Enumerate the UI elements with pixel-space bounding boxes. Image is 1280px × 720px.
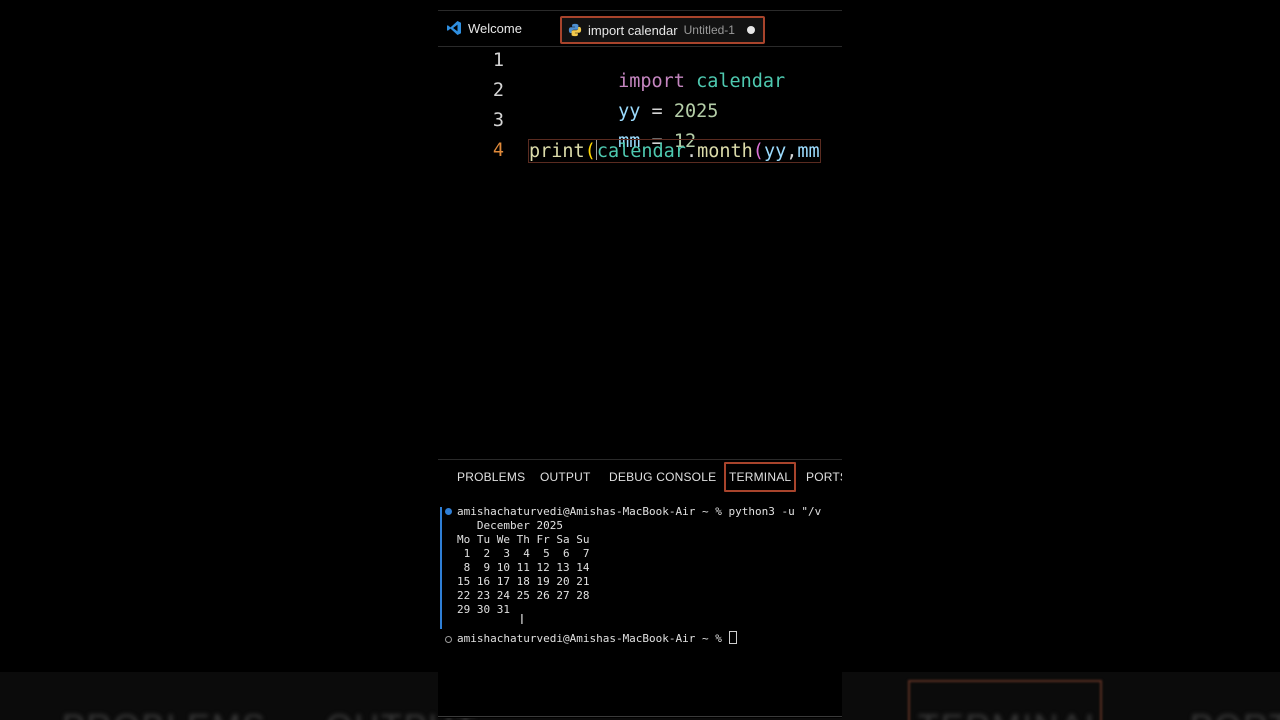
code-line[interactable]: 3 mm = 12: [438, 108, 842, 152]
terminal-prompt-line[interactable]: amishachaturvedi@Amishas-MacBook-Air ~ %: [457, 631, 737, 645]
python-icon: [568, 23, 582, 37]
tab-output[interactable]: OUTPUT: [540, 470, 591, 484]
tab-welcome[interactable]: Welcome: [446, 11, 522, 45]
code-text: print(calendar.month(yy,mm: [528, 139, 821, 163]
token: (: [752, 141, 764, 162]
token: print: [529, 141, 585, 162]
terminal-output-line: 15 16 17 18 19 20 21: [457, 575, 590, 588]
status-divider: [438, 716, 842, 717]
prompt-ring-icon: [445, 636, 452, 643]
code-line[interactable]: 2 yy = 2025: [438, 78, 842, 122]
vscode-icon: [447, 21, 461, 35]
code-line-current[interactable]: 4 print(calendar.month(yy,mm: [438, 138, 842, 168]
tab-welcome-label: Welcome: [468, 20, 522, 36]
token: yy: [763, 141, 787, 162]
terminal-output-line: 1 2 3 4 5 6 7: [457, 547, 590, 560]
terminal-cursor: [728, 631, 737, 644]
terminal-output-line: 29 30 31: [457, 603, 510, 616]
vscode-window: Welcome import calendar Untitled-1 1 imp…: [438, 10, 842, 718]
token: calendar: [596, 141, 686, 162]
tab-active-subtitle: Untitled-1: [683, 23, 735, 37]
command-success-dot-icon[interactable]: [445, 508, 452, 515]
terminal-output-line: December 2025: [457, 519, 563, 532]
terminal-prompt: amishachaturvedi@Amishas-MacBook-Air ~ %: [457, 632, 729, 645]
token: (: [584, 141, 596, 162]
panel-tab-bar: PROBLEMS OUTPUT DEBUG CONSOLE TERMINAL P…: [438, 459, 842, 494]
line-number: 3: [492, 110, 504, 131]
line-number: 2: [492, 80, 504, 101]
unsaved-dot-icon[interactable]: [746, 26, 755, 34]
bg-word: TERMINAL: [918, 708, 1106, 720]
tab-problems[interactable]: PROBLEMS: [457, 470, 525, 484]
bg-word: PORTS: [1190, 708, 1280, 720]
mouse-ibeam-cursor-icon: Ⅰ: [520, 613, 524, 628]
terminal-command-line: amishachaturvedi@Amishas-MacBook-Air ~ %…: [457, 505, 822, 518]
token: month: [697, 141, 753, 162]
line-number-active: 4: [492, 140, 504, 161]
line-number: 1: [492, 50, 504, 71]
token: mm: [797, 141, 820, 162]
tab-active-title: import calendar: [588, 22, 678, 38]
tab-untitled-1[interactable]: import calendar Untitled-1: [560, 16, 765, 44]
terminal-output-line: 22 23 24 25 26 27 28: [457, 589, 590, 602]
tab-terminal[interactable]: TERMINAL: [724, 462, 797, 492]
terminal-output-line: 8 9 10 11 12 13 14: [457, 561, 590, 574]
token: ,: [786, 141, 798, 162]
tab-debug-console[interactable]: DEBUG CONSOLE: [609, 470, 716, 484]
terminal-output-line: Mo Tu We Th Fr Sa Su: [457, 533, 590, 546]
code-line[interactable]: 1 import calendar: [438, 48, 842, 92]
command-decoration-bar: [440, 507, 442, 629]
token: .: [685, 141, 698, 162]
tab-ports[interactable]: PORTS: [806, 470, 842, 484]
bg-word: PROBLEMS: [62, 708, 267, 720]
editor-tab-bar: Welcome import calendar Untitled-1: [438, 10, 842, 47]
